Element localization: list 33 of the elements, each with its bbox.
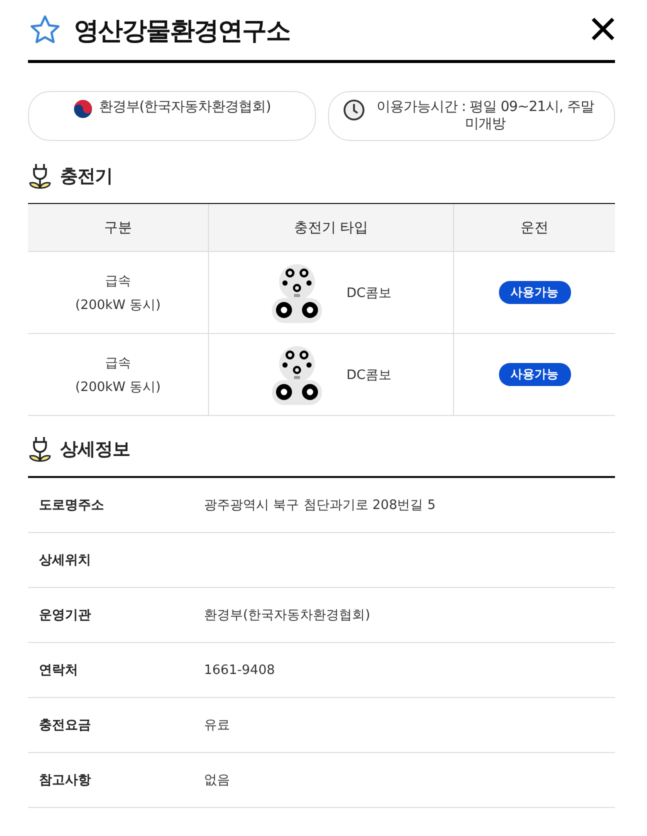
detail-label: 참고사항 [39,772,92,789]
detail-value: 없음 [204,772,230,789]
section-title: 충전기 [60,165,112,188]
plug-icon [28,163,52,189]
power-text: (200kW 동시) [75,296,161,314]
info-text: 환경부(한국자동차환경협회) [98,99,271,116]
emblem-icon [72,99,93,119]
detail-value: 광주광역시 북구 첨단과기로 208번길 5 [204,497,436,514]
detail-value: 1661-9408 [204,662,275,678]
station-title: 영산강물환경연구소 [74,14,291,46]
detail-label: 연락처 [39,662,79,679]
detail-value: 유료 [204,717,230,734]
clock-icon [342,99,364,121]
column-header: 구분 [28,204,208,252]
type-text: DC콤보 [346,284,392,302]
column-header: 운전 [453,204,615,252]
detail-label: 충전요금 [39,717,92,734]
column-header: 충전기 타입 [208,204,453,252]
detail-label: 상세위치 [39,552,92,569]
status-badge: 사용가능 [498,363,570,386]
plug-icon [28,436,52,462]
power-text: (200kW 동시) [75,378,161,396]
detail-label: 도로명주소 [39,497,105,514]
detail-value: 환경부(한국자동차환경협회) [204,607,370,624]
detail-label: 운영기관 [39,607,92,624]
info-text: 이용가능시간 : 평일 09~21시, 주말 미개방 [376,99,596,133]
speed-text: 급속 [105,354,131,372]
connector-icon [270,344,324,406]
section-title: 상세정보 [60,438,130,461]
status-badge: 사용가능 [498,281,570,304]
connector-icon [270,262,324,324]
speed-text: 급속 [105,272,131,290]
type-text: DC콤보 [346,366,392,384]
